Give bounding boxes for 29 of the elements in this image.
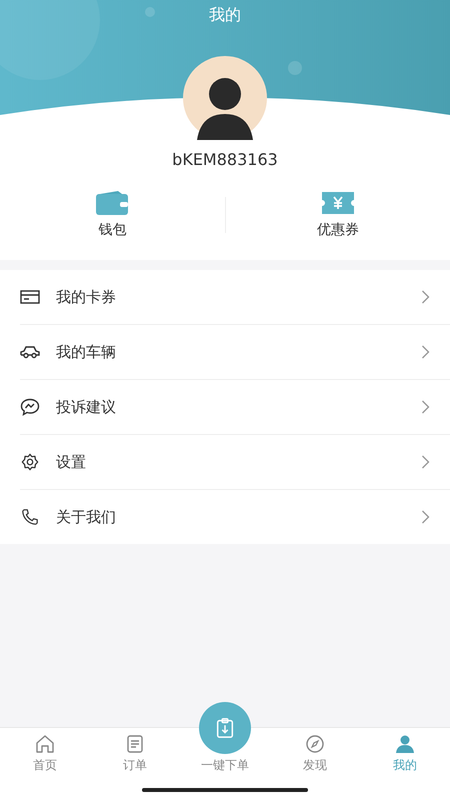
person-icon: [395, 734, 415, 754]
menu-item[interactable]: 关于我们: [0, 490, 450, 544]
tab[interactable]: 首页: [0, 734, 90, 778]
quick-action-button[interactable]: 钱包: [0, 187, 224, 243]
quick-action-button[interactable]: 优惠券: [226, 187, 450, 243]
chevron-right-icon: [421, 455, 430, 469]
document-icon: [125, 734, 145, 754]
username: bKEM883163: [172, 150, 278, 169]
quick-order-tab[interactable]: 一键下单: [180, 702, 270, 778]
compass-icon: [305, 734, 325, 754]
ticket-icon: [322, 191, 354, 215]
phone-icon: [20, 508, 40, 526]
menu-item[interactable]: 我的卡券: [0, 270, 450, 324]
menu-item[interactable]: 设置: [0, 435, 450, 489]
chevron-right-icon: [421, 290, 430, 304]
tab[interactable]: 发现: [270, 734, 360, 778]
home-icon: [35, 734, 55, 754]
chevron-right-icon: [421, 510, 430, 524]
wallet-icon: [96, 191, 128, 215]
tab[interactable]: 订单: [90, 734, 180, 778]
chevron-right-icon: [421, 400, 430, 414]
menu-item[interactable]: 我的车辆: [0, 325, 450, 379]
card-icon: [20, 288, 40, 306]
chat-icon: [20, 398, 40, 416]
page-title: 我的: [209, 5, 241, 26]
settings-icon: [20, 453, 40, 471]
avatar[interactable]: [183, 56, 267, 140]
chevron-right-icon: [421, 345, 430, 359]
menu-item[interactable]: 投诉建议: [0, 380, 450, 434]
